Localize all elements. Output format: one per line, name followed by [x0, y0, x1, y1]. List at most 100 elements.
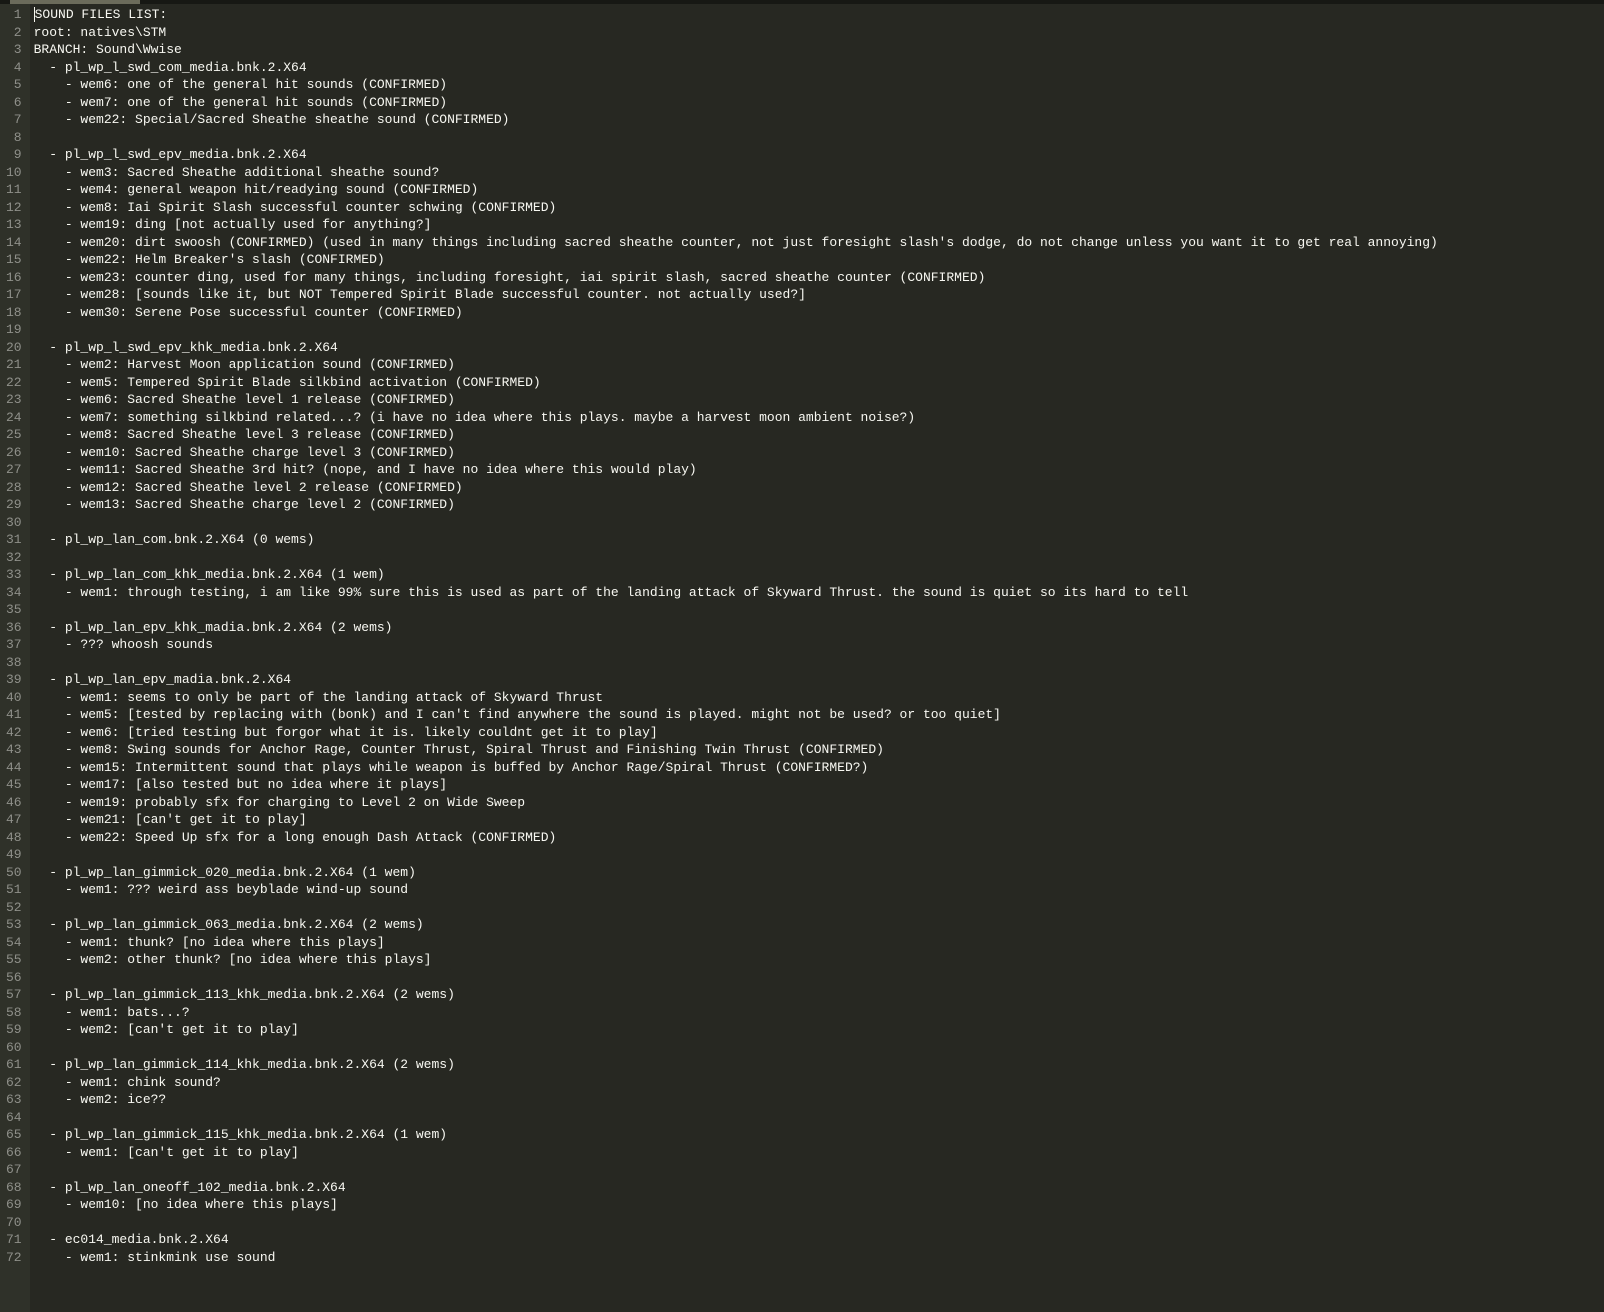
code-line[interactable]	[34, 1039, 1604, 1057]
code-line[interactable]: - wem2: Harvest Moon application sound (…	[34, 356, 1604, 374]
code-line[interactable]: - wem2: ice??	[34, 1091, 1604, 1109]
code-line[interactable]: - wem8: Iai Spirit Slash successful coun…	[34, 199, 1604, 217]
code-line[interactable]: - wem23: counter ding, used for many thi…	[34, 269, 1604, 287]
line-number: 11	[6, 181, 22, 199]
line-number: 20	[6, 339, 22, 357]
code-line[interactable]: - wem13: Sacred Sheathe charge level 2 (…	[34, 496, 1604, 514]
code-line[interactable]: - wem22: Speed Up sfx for a long enough …	[34, 829, 1604, 847]
code-line[interactable]: - wem4: general weapon hit/readying soun…	[34, 181, 1604, 199]
code-line[interactable]: - pl_wp_lan_gimmick_063_media.bnk.2.X64 …	[34, 916, 1604, 934]
code-line[interactable]	[34, 899, 1604, 917]
code-line[interactable]: - wem8: Swing sounds for Anchor Rage, Co…	[34, 741, 1604, 759]
code-line[interactable]: SOUND FILES LIST:	[34, 6, 1604, 24]
code-line[interactable]: - wem20: dirt swoosh (CONFIRMED) (used i…	[34, 234, 1604, 252]
line-number: 1	[6, 6, 22, 24]
line-number: 56	[6, 969, 22, 987]
code-line[interactable]	[34, 321, 1604, 339]
code-line[interactable]: - pl_wp_lan_gimmick_113_khk_media.bnk.2.…	[34, 986, 1604, 1004]
code-line[interactable]: - wem22: Helm Breaker's slash (CONFIRMED…	[34, 251, 1604, 269]
line-number: 7	[6, 111, 22, 129]
code-line[interactable]: - pl_wp_l_swd_epv_khk_media.bnk.2.X64	[34, 339, 1604, 357]
code-line[interactable]: - wem1: [can't get it to play]	[34, 1144, 1604, 1162]
code-line[interactable]: - pl_wp_l_swd_com_media.bnk.2.X64	[34, 59, 1604, 77]
code-line[interactable]	[34, 514, 1604, 532]
code-line[interactable]: - wem19: ding [not actually used for any…	[34, 216, 1604, 234]
line-number: 43	[6, 741, 22, 759]
code-line[interactable]: - wem5: Tempered Spirit Blade silkbind a…	[34, 374, 1604, 392]
code-line[interactable]	[34, 129, 1604, 147]
line-number: 30	[6, 514, 22, 532]
code-line[interactable]	[34, 654, 1604, 672]
code-line[interactable]: - wem6: one of the general hit sounds (C…	[34, 76, 1604, 94]
code-line[interactable]	[34, 601, 1604, 619]
line-number: 63	[6, 1091, 22, 1109]
code-line[interactable]	[34, 1109, 1604, 1127]
code-line[interactable]: - pl_wp_lan_gimmick_114_khk_media.bnk.2.…	[34, 1056, 1604, 1074]
code-line[interactable]: - wem6: Sacred Sheathe level 1 release (…	[34, 391, 1604, 409]
code-line[interactable]: root: natives\STM	[34, 24, 1604, 42]
code-line[interactable]: - wem1: through testing, i am like 99% s…	[34, 584, 1604, 602]
code-line[interactable]: - pl_wp_lan_oneoff_102_media.bnk.2.X64	[34, 1179, 1604, 1197]
code-line[interactable]: - wem3: Sacred Sheathe additional sheath…	[34, 164, 1604, 182]
line-number: 29	[6, 496, 22, 514]
code-line[interactable]	[34, 969, 1604, 987]
code-line[interactable]: - wem22: Special/Sacred Sheathe sheathe …	[34, 111, 1604, 129]
code-line[interactable]: - pl_wp_l_swd_epv_media.bnk.2.X64	[34, 146, 1604, 164]
line-number: 15	[6, 251, 22, 269]
line-number: 42	[6, 724, 22, 742]
line-number-gutter[interactable]: 1234567891011121314151617181920212223242…	[0, 4, 30, 1312]
code-line[interactable]: - wem8: Sacred Sheathe level 3 release (…	[34, 426, 1604, 444]
code-line[interactable]: - ec014_media.bnk.2.X64	[34, 1231, 1604, 1249]
code-line[interactable]: - wem17: [also tested but no idea where …	[34, 776, 1604, 794]
code-line[interactable]: - pl_wp_lan_gimmick_115_khk_media.bnk.2.…	[34, 1126, 1604, 1144]
code-line[interactable]: - pl_wp_lan_gimmick_020_media.bnk.2.X64 …	[34, 864, 1604, 882]
code-line[interactable]: - wem12: Sacred Sheathe level 2 release …	[34, 479, 1604, 497]
code-line[interactable]: - wem1: seems to only be part of the lan…	[34, 689, 1604, 707]
code-line[interactable]: - wem30: Serene Pose successful counter …	[34, 304, 1604, 322]
code-line[interactable]: - pl_wp_lan_com_khk_media.bnk.2.X64 (1 w…	[34, 566, 1604, 584]
code-area[interactable]: SOUND FILES LIST:root: natives\STMBRANCH…	[30, 4, 1604, 1312]
line-number: 55	[6, 951, 22, 969]
line-number: 10	[6, 164, 22, 182]
code-line[interactable]: - wem1: stinkmink use sound	[34, 1249, 1604, 1267]
line-number: 25	[6, 426, 22, 444]
code-line[interactable]: - pl_wp_lan_epv_madia.bnk.2.X64	[34, 671, 1604, 689]
code-line[interactable]: - wem1: thunk? [no idea where this plays…	[34, 934, 1604, 952]
text-cursor	[34, 7, 35, 22]
code-line[interactable]: - wem10: [no idea where this plays]	[34, 1196, 1604, 1214]
code-line[interactable]: BRANCH: Sound\Wwise	[34, 41, 1604, 59]
code-line[interactable]: - wem1: ??? weird ass beyblade wind-up s…	[34, 881, 1604, 899]
line-number: 41	[6, 706, 22, 724]
line-number: 59	[6, 1021, 22, 1039]
code-line[interactable]	[34, 1161, 1604, 1179]
line-number: 18	[6, 304, 22, 322]
line-number: 24	[6, 409, 22, 427]
code-line[interactable]: - pl_wp_lan_epv_khk_madia.bnk.2.X64 (2 w…	[34, 619, 1604, 637]
code-line[interactable]: - wem5: [tested by replacing with (bonk)…	[34, 706, 1604, 724]
code-line[interactable]	[34, 549, 1604, 567]
code-line[interactable]: - wem7: one of the general hit sounds (C…	[34, 94, 1604, 112]
code-line[interactable]	[34, 1214, 1604, 1232]
code-line[interactable]: - wem2: other thunk? [no idea where this…	[34, 951, 1604, 969]
code-line[interactable]	[34, 846, 1604, 864]
code-line[interactable]: - wem28: [sounds like it, but NOT Temper…	[34, 286, 1604, 304]
code-line[interactable]: - wem1: bats...?	[34, 1004, 1604, 1022]
line-number: 23	[6, 391, 22, 409]
code-line[interactable]: - pl_wp_lan_com.bnk.2.X64 (0 wems)	[34, 531, 1604, 549]
code-line[interactable]: - wem1: chink sound?	[34, 1074, 1604, 1092]
code-line[interactable]: - wem2: [can't get it to play]	[34, 1021, 1604, 1039]
line-number: 26	[6, 444, 22, 462]
code-line[interactable]: - ??? whoosh sounds	[34, 636, 1604, 654]
line-number: 19	[6, 321, 22, 339]
line-number: 39	[6, 671, 22, 689]
code-line[interactable]: - wem19: probably sfx for charging to Le…	[34, 794, 1604, 812]
code-line[interactable]: - wem7: something silkbind related...? (…	[34, 409, 1604, 427]
code-line[interactable]: - wem10: Sacred Sheathe charge level 3 (…	[34, 444, 1604, 462]
code-line[interactable]: - wem15: Intermittent sound that plays w…	[34, 759, 1604, 777]
code-line[interactable]: - wem6: [tried testing but forgor what i…	[34, 724, 1604, 742]
code-line[interactable]: - wem21: [can't get it to play]	[34, 811, 1604, 829]
line-number: 47	[6, 811, 22, 829]
line-number: 8	[6, 129, 22, 147]
code-line[interactable]: - wem11: Sacred Sheathe 3rd hit? (nope, …	[34, 461, 1604, 479]
line-number: 50	[6, 864, 22, 882]
